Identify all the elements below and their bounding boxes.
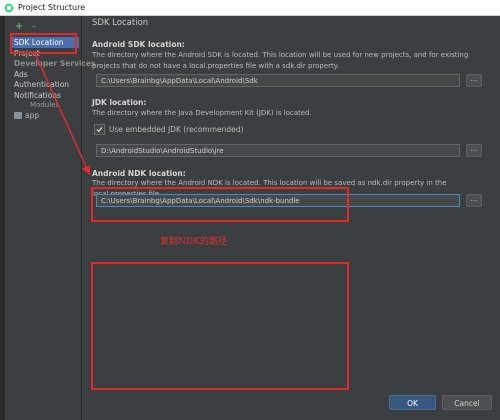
checkmark-icon	[96, 127, 103, 133]
annotation-copy-ndk-path: 复制NDK的路径	[160, 237, 227, 247]
jdk-section-description: The directory where the Java Development…	[92, 109, 312, 117]
sidebar-toolbar: + –	[15, 21, 37, 32]
embedded-jdk-option[interactable]: Use embedded JDK (recommended)	[94, 124, 243, 135]
sidebar: + – SDK Location Project Developer Servi…	[5, 16, 95, 420]
ok-button[interactable]: OK	[389, 395, 436, 410]
window-titlebar: Project Structure	[0, 0, 500, 16]
ndk-section-title: Android NDK location:	[92, 169, 186, 178]
jdk-browse-button[interactable]: ...	[466, 144, 482, 157]
sdk-browse-button[interactable]: ...	[466, 74, 482, 87]
add-icon[interactable]: +	[15, 21, 23, 32]
ndk-browse-button[interactable]: ...	[466, 194, 482, 207]
remove-icon[interactable]: –	[32, 21, 37, 32]
embedded-jdk-checkbox[interactable]	[94, 124, 105, 135]
jdk-location-field[interactable]: D:\AndroidStudio\AndroidStudio\jre	[96, 144, 460, 157]
sdk-section-title: Android SDK location:	[92, 40, 185, 49]
window-title: Project Structure	[18, 3, 86, 12]
page-title: SDK Location	[92, 18, 149, 28]
annotation-box-hint	[91, 262, 349, 390]
module-folder-icon	[14, 112, 22, 119]
sidebar-item-label: Notifications	[14, 91, 61, 100]
sidebar-item-notifications[interactable]: Notifications	[11, 90, 61, 101]
sdk-section-description: The directory where the Android SDK is l…	[92, 51, 469, 70]
sidebar-item-authentication[interactable]: Authentication	[11, 79, 69, 90]
sdk-location-field[interactable]: C:\Users\Brainbg\AppData\Local\Android\S…	[96, 74, 460, 87]
annotation-box-sdk-location	[10, 33, 77, 54]
annotation-box-ndk-field	[91, 187, 349, 222]
modules-header: Modules	[30, 101, 60, 109]
sidebar-item-label: app	[25, 111, 40, 120]
embedded-jdk-label: Use embedded JDK (recommended)	[109, 125, 244, 134]
android-studio-icon	[4, 3, 14, 13]
cancel-button[interactable]: Cancel	[442, 395, 492, 410]
sidebar-item-app[interactable]: app	[14, 111, 39, 120]
sidebar-item-label: Ads	[14, 70, 28, 79]
jdk-section-title: JDK location:	[92, 98, 147, 107]
sidebar-item-label: Authentication	[14, 80, 70, 89]
